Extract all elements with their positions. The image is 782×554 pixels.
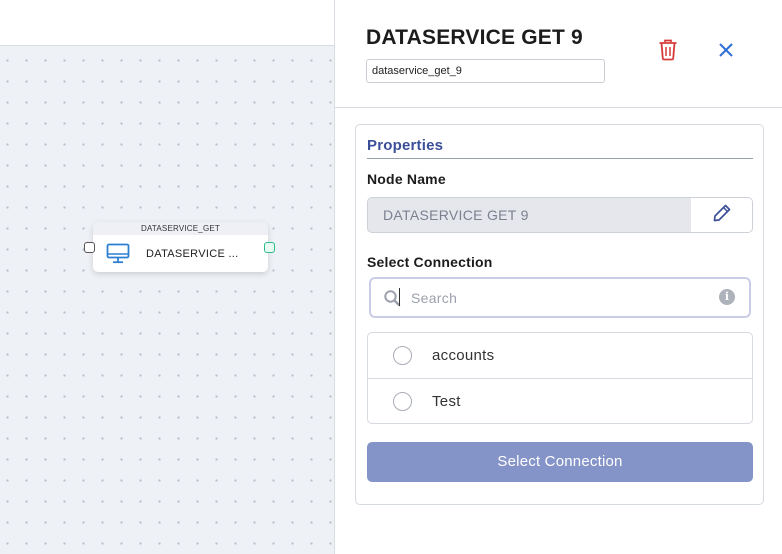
search-input[interactable] [411, 285, 711, 311]
panel-title: DATASERVICE GET 9 [366, 26, 583, 49]
node-input-port[interactable] [84, 242, 95, 253]
connection-list: accounts Test [367, 332, 753, 424]
properties-heading: Properties [367, 137, 444, 154]
node-id-field[interactable]: dataservice_get_9 [366, 59, 605, 83]
radio-button[interactable] [393, 346, 412, 365]
delete-node-button[interactable] [657, 39, 679, 66]
edit-node-name-button[interactable] [691, 198, 752, 232]
select-connection-label: Select Connection [367, 254, 493, 270]
pencil-icon [712, 203, 732, 228]
node-name-label: DATASERVICE ... [146, 247, 239, 260]
trash-icon [658, 39, 678, 66]
properties-card: Properties Node Name DATASERVICE GET 9 S… [355, 124, 764, 505]
info-icon[interactable]: i [719, 289, 735, 305]
panel-header: DATASERVICE GET 9 dataservice_get_9 [335, 0, 782, 108]
properties-divider [367, 158, 753, 159]
node-name-field: DATASERVICE GET 9 [367, 197, 753, 233]
node-name-label: Node Name [367, 171, 446, 187]
flow-canvas[interactable] [0, 46, 334, 554]
connection-label: accounts [432, 347, 495, 364]
properties-panel: DATASERVICE GET 9 dataservice_get_9 Prop… [334, 0, 782, 554]
dataservice-get-node[interactable]: DATASERVICE_GET DATASERVICE ... [93, 222, 268, 272]
node-output-port[interactable] [264, 242, 275, 253]
text-cursor [399, 288, 400, 306]
node-type-label: DATASERVICE_GET [93, 222, 268, 235]
node-name-value: DATASERVICE GET 9 [383, 207, 529, 223]
close-icon [718, 42, 734, 63]
monitor-icon [105, 243, 131, 265]
connection-option-accounts[interactable]: accounts [368, 333, 752, 378]
connection-search-box[interactable]: i [369, 277, 751, 318]
close-panel-button[interactable] [715, 41, 737, 63]
radio-button[interactable] [393, 392, 412, 411]
canvas-toolbar [0, 0, 334, 46]
connection-option-test[interactable]: Test [368, 378, 752, 423]
select-connection-button[interactable]: Select Connection [367, 442, 753, 482]
connection-label: Test [432, 393, 461, 410]
